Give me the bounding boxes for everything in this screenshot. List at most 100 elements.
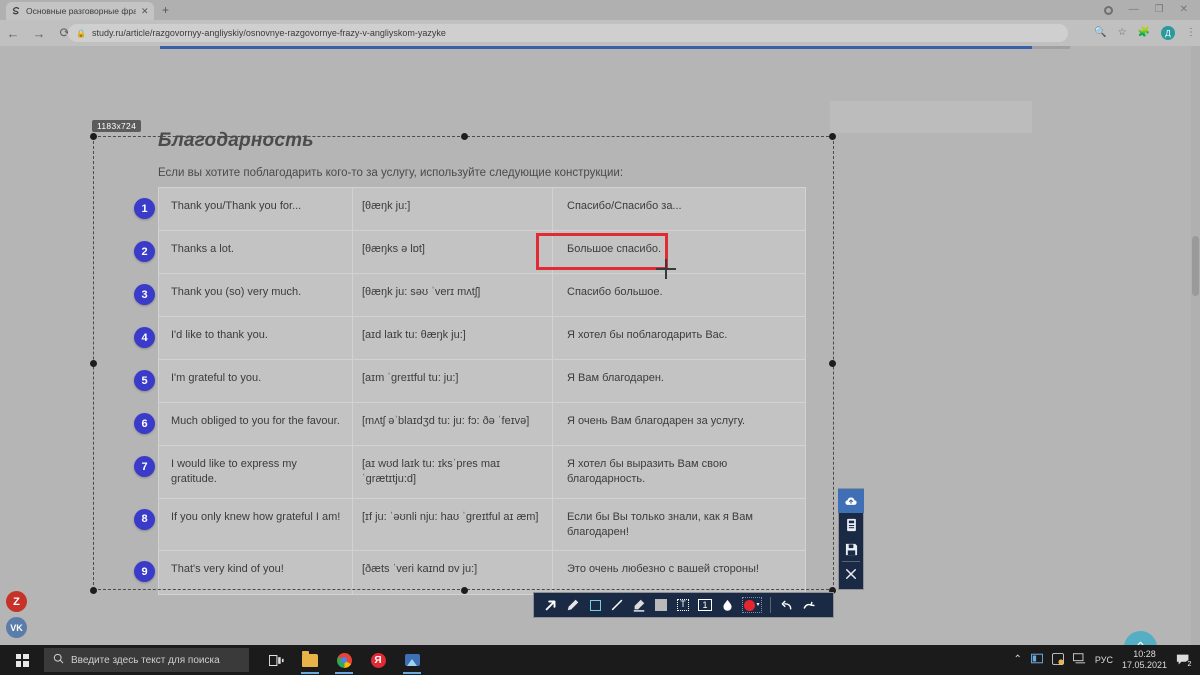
number-tool[interactable]: 1 (694, 594, 716, 616)
yandex-icon: Я (370, 652, 386, 668)
record-dot-icon[interactable] (1103, 5, 1113, 15)
onedrive-icon[interactable] (1030, 653, 1044, 667)
color-swatch[interactable]: ▾ (742, 597, 762, 613)
page-scrollbar[interactable] (1191, 46, 1200, 645)
system-tray: ⌃ РУС 10:28 17.05.2021 2 (1014, 649, 1200, 671)
phrase-transcription: [θæŋks ə lɒt] (352, 231, 552, 273)
phrase-translation: Я хотел бы поблагодарить Вас. (552, 317, 805, 359)
phrase-transcription: [ðæts ˈveri kaɪnd ɒv ju:] (352, 551, 552, 595)
file-explorer-button[interactable] (293, 645, 327, 675)
filled-square-icon (655, 599, 667, 611)
phrase-translation: Я Вам благодарен. (552, 360, 805, 402)
phrase-translation: Я очень Вам благодарен за услугу. (552, 403, 805, 445)
phrase-english: Thank you/Thank you for... (171, 200, 302, 212)
puzzle-icon[interactable]: 🧩 (1138, 28, 1150, 38)
taskbar-app-icons: Я (259, 645, 429, 675)
copy-to-clipboard-button[interactable] (838, 513, 864, 537)
search-input[interactable]: Введите здесь текст для поиска (44, 648, 249, 672)
marker-tool[interactable] (628, 594, 650, 616)
table-row: 8 If you only knew how grateful I am! [ɪ… (134, 498, 805, 552)
toolbar-right-actions: 🔍 ☆ 🧩 Д ⋮ (1094, 24, 1196, 42)
windows-start-icon[interactable] (0, 645, 44, 675)
zen-share-button[interactable]: Z (6, 591, 27, 612)
browser-window: Основные разговорные фразы ✕ + — ❐ ✕ ← →… (0, 0, 1200, 645)
phrase-transcription: [θæŋk ju: səʊ ˈverɪ mʌtʃ] (352, 274, 552, 316)
blur-tool[interactable] (650, 594, 672, 616)
windows-taskbar: Введите здесь текст для поиска Я ⌃ РУС 1… (0, 645, 1200, 675)
study-ru-logo-icon (11, 6, 21, 16)
chevron-down-icon: ▾ (756, 602, 760, 608)
rectangle-tool[interactable] (584, 594, 606, 616)
minimize-button[interactable]: — (1129, 5, 1139, 15)
droplet-tool[interactable] (716, 594, 738, 616)
table-row: 4 I'd like to thank you. [aɪd laɪk tu: θ… (134, 317, 805, 360)
yandex-button[interactable]: Я (361, 645, 395, 675)
table-row: 7 I would like to express my gratitude. … (134, 446, 805, 499)
vk-share-button[interactable]: VK (6, 617, 27, 638)
three-dot-menu-icon[interactable]: ⋮ (1186, 28, 1196, 38)
undo-button[interactable] (775, 594, 797, 616)
table-row: 5 I'm grateful to you. [aɪm ˈgreɪtful tu… (134, 360, 805, 403)
photos-icon (404, 654, 420, 666)
scrollbar-thumb[interactable] (1192, 236, 1199, 296)
row-number-badge: 7 (134, 456, 155, 477)
rectangle-icon (589, 599, 601, 611)
address-bar[interactable]: 🔒 study.ru/article/razgovornyy-angliyski… (68, 24, 1068, 42)
line-tool[interactable] (606, 594, 628, 616)
redo-button[interactable] (797, 594, 819, 616)
capture-size-readout: 1183x724 (92, 120, 142, 132)
maximize-button[interactable]: ❐ (1155, 5, 1164, 15)
notification-center-button[interactable]: 2 (1176, 653, 1194, 669)
search-icon (53, 653, 64, 667)
table-row: 9 That's very kind of you! [ðæts ˈveri k… (134, 551, 805, 595)
forward-button[interactable]: → (26, 20, 52, 46)
sidebar-placeholder (830, 101, 1032, 133)
close-window-button[interactable]: ✕ (1180, 5, 1188, 15)
antivirus-icon[interactable] (1051, 652, 1064, 668)
tab-close-icon[interactable]: ✕ (141, 6, 149, 16)
scroll-to-top-button[interactable]: ⌃ (1124, 631, 1157, 645)
phrase-english: That's very kind of you! (171, 563, 284, 576)
phrase-translation: Спасибо/Спасибо за... (552, 188, 805, 230)
url-text: study.ru/article/razgovornyy-angliyskiy/… (91, 28, 446, 38)
row-number-badge: 5 (134, 370, 155, 391)
phrase-translation: Я хотел бы выразить Вам свою благодарнос… (552, 446, 805, 498)
text-tool[interactable]: T (672, 594, 694, 616)
toolbar-divider (770, 597, 771, 613)
arrow-tool[interactable] (540, 594, 562, 616)
color-picker[interactable]: ▾ (738, 594, 766, 616)
network-icon[interactable] (1072, 653, 1086, 667)
back-button[interactable]: ← (0, 20, 26, 46)
new-tab-button[interactable]: + (162, 4, 169, 16)
clock[interactable]: 10:28 17.05.2021 (1122, 649, 1167, 671)
avatar[interactable]: Д (1161, 26, 1175, 40)
save-to-disk-button[interactable] (838, 537, 864, 561)
phrase-english: Thanks a lot. (171, 243, 234, 255)
phrases-table: 1 Thank you/Thank you for... [θæŋk ju:] … (134, 187, 806, 596)
browser-toolbar: ← → ⟳ 🔒 study.ru/article/razgovornyy-ang… (0, 20, 1200, 46)
annotation-toolbar: T 1 ▾ (533, 592, 834, 618)
page-viewport: Благодарность Если вы хотите поблагодари… (0, 46, 1200, 645)
star-icon[interactable]: ☆ (1118, 28, 1127, 38)
task-view-button[interactable] (259, 645, 293, 675)
row-number-badge: 6 (134, 413, 155, 434)
chevron-up-icon[interactable]: ⌃ (1014, 655, 1022, 665)
search-placeholder: Введите здесь текст для поиска (71, 654, 220, 666)
upload-to-cloud-button[interactable] (838, 489, 864, 513)
cancel-capture-button[interactable] (838, 562, 864, 586)
phrase-transcription: [θæŋk ju:] (352, 188, 552, 230)
clock-time: 10:28 (1133, 649, 1156, 660)
photos-button[interactable] (395, 645, 429, 675)
page-title: Благодарность (158, 130, 314, 151)
row-number-badge: 3 (134, 284, 155, 305)
lock-icon: 🔒 (76, 28, 86, 38)
zoom-search-icon[interactable]: 🔍 (1094, 28, 1106, 38)
chrome-button[interactable] (327, 645, 361, 675)
pen-tool[interactable] (562, 594, 584, 616)
table-row: 3 Thank you (so) very much. [θæŋk ju: sə… (134, 274, 805, 317)
phrase-translation: Это очень любезно с вашей стороны! (552, 551, 805, 595)
window-controls: — ❐ ✕ (1103, 0, 1196, 20)
table-row: 6 Much obliged to you for the favour. [m… (134, 403, 805, 446)
language-indicator[interactable]: РУС (1095, 655, 1113, 665)
browser-tab[interactable]: Основные разговорные фразы ✕ (6, 2, 154, 20)
